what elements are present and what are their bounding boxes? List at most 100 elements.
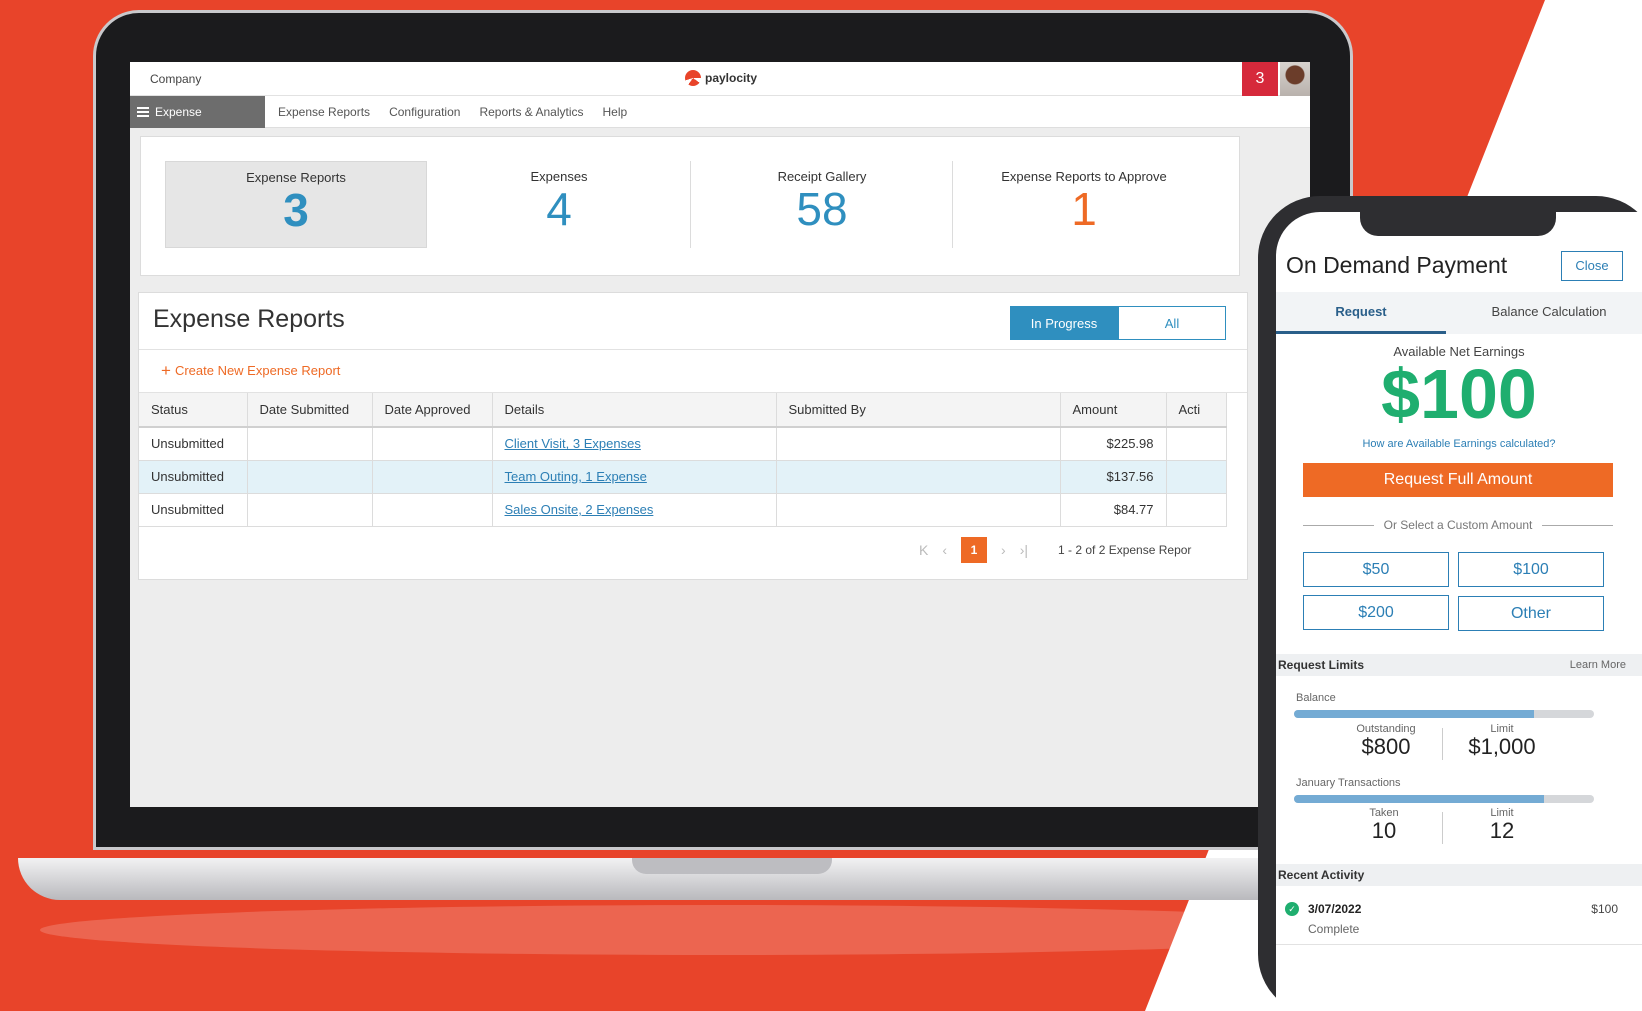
transactions-progress-bar [1294, 795, 1594, 803]
report-link[interactable]: Sales Onsite, 2 Expenses [505, 502, 654, 517]
top-bar: Company paylocity 3 [130, 62, 1310, 96]
cell-amount: $137.56 [1060, 460, 1167, 494]
how-calculated-link[interactable]: How are Available Earnings calculated? [1276, 438, 1642, 450]
tab-balance-calculation[interactable]: Balance Calculation [1456, 292, 1642, 334]
filter-all[interactable]: All [1118, 306, 1226, 340]
cell-date-submitted [247, 493, 373, 527]
column-header-submitted-by[interactable]: Submitted By [776, 393, 1061, 428]
cell-actions [1166, 427, 1227, 461]
amount-button-200[interactable]: $200 [1303, 595, 1449, 630]
first-page-icon[interactable]: K [919, 542, 928, 558]
expense-reports-panel: Expense Reports In Progress All + Create… [138, 292, 1248, 580]
phone-notch [1360, 210, 1556, 236]
column-header-date-approved[interactable]: Date Approved [372, 393, 493, 428]
nav-item-help[interactable]: Help [603, 105, 628, 119]
card-label: Receipt Gallery [777, 169, 867, 184]
check-circle-icon: ✓ [1285, 902, 1299, 916]
table-header-row: Status Date Submitted Date Approved Deta… [139, 393, 1227, 428]
nav-item-configuration[interactable]: Configuration [389, 105, 460, 119]
summary-card-reports-to-approve[interactable]: Expense Reports to Approve 1 [953, 161, 1215, 248]
report-link[interactable]: Team Outing, 1 Expense [505, 469, 647, 484]
panel-title: Expense Reports [153, 305, 345, 333]
avatar[interactable] [1280, 62, 1310, 96]
divider-line [1542, 524, 1614, 526]
column-header-amount[interactable]: Amount [1060, 393, 1167, 428]
column-header-status[interactable]: Status [139, 393, 248, 428]
request-limits-header: Request Limits Learn More [1276, 654, 1642, 676]
status-filter: In Progress All [1010, 306, 1226, 340]
column-header-details[interactable]: Details [492, 393, 777, 428]
cell-details: Client Visit, 3 Expenses [492, 427, 777, 461]
balance-progress-bar [1294, 710, 1594, 718]
prev-page-icon[interactable]: ‹ [942, 542, 947, 558]
laptop-reflection [40, 905, 1400, 955]
cell-date-submitted [247, 460, 373, 494]
close-button[interactable]: Close [1561, 251, 1623, 281]
card-value: 58 [796, 183, 848, 235]
table-row[interactable]: Unsubmitted Client Visit, 3 Expenses $22… [139, 427, 1227, 461]
taken-stat: Taken 10 [1324, 807, 1444, 843]
balance-limit-stat: Limit $1,000 [1442, 723, 1562, 759]
available-amount: $100 [1381, 355, 1537, 433]
create-report-label: Create New Expense Report [174, 363, 341, 378]
column-header-actions[interactable]: Acti [1166, 393, 1227, 428]
cell-date-approved [372, 427, 493, 461]
amount-button-50[interactable]: $50 [1303, 552, 1449, 587]
balance-label: Balance [1296, 692, 1336, 704]
summary-card-receipt-gallery[interactable]: Receipt Gallery 58 [691, 161, 953, 248]
stat-value: $800 [1361, 734, 1411, 759]
mobile-app-screen: On Demand Payment Close Request Balance … [1276, 212, 1642, 1011]
column-header-date-submitted[interactable]: Date Submitted [247, 393, 373, 428]
desktop-app-screen: Company paylocity 3 Expense Expense Repo… [130, 62, 1310, 807]
custom-amount-divider: Or Select a Custom Amount [1303, 518, 1614, 532]
activity-status: Complete [1308, 922, 1360, 936]
brand-logo: paylocity [685, 70, 757, 86]
section-title: Request Limits [1278, 658, 1365, 672]
activity-amount: $100 [1591, 902, 1618, 916]
tab-bar: Request Balance Calculation [1276, 292, 1642, 334]
amount-button-100[interactable]: $100 [1458, 552, 1604, 587]
summary-card-expenses[interactable]: Expenses 4 [428, 161, 690, 248]
nav-item-reports-analytics[interactable]: Reports & Analytics [479, 105, 583, 119]
cell-status: Unsubmitted [139, 427, 248, 461]
learn-more-link[interactable]: Learn More [1570, 654, 1626, 676]
report-link[interactable]: Client Visit, 3 Expenses [505, 436, 641, 451]
tab-request[interactable]: Request [1276, 292, 1446, 334]
card-label: Expenses [530, 169, 588, 184]
last-page-icon[interactable]: ›| [1020, 542, 1028, 558]
cell-details: Sales Onsite, 2 Expenses [492, 493, 777, 527]
card-value: 4 [546, 183, 572, 235]
summary-card-expense-reports[interactable]: Expense Reports 3 [165, 161, 427, 248]
cell-date-approved [372, 493, 493, 527]
laptop-hinge-notch [632, 858, 832, 874]
module-menu-button[interactable]: Expense [130, 96, 265, 128]
card-label: Expense Reports to Approve [1001, 169, 1167, 184]
stat-value: $1,000 [1468, 734, 1536, 759]
cell-actions [1166, 460, 1227, 494]
create-report-button[interactable]: + Create New Expense Report [161, 360, 341, 380]
cell-amount: $84.77 [1060, 493, 1167, 527]
screen-title: On Demand Payment [1286, 252, 1508, 278]
brand-name: paylocity [705, 71, 758, 85]
cell-status: Unsubmitted [139, 493, 248, 527]
cell-submitted-by [776, 460, 1061, 494]
amount-button-other[interactable]: Other [1458, 596, 1604, 631]
current-page-button[interactable]: 1 [961, 537, 988, 563]
plus-icon: + [161, 360, 171, 380]
request-full-amount-button[interactable]: Request Full Amount [1303, 463, 1613, 497]
next-page-icon[interactable]: › [1001, 542, 1006, 558]
table-row[interactable]: Unsubmitted Team Outing, 1 Expense $137.… [139, 460, 1227, 494]
stat-value: 12 [1489, 818, 1515, 843]
balance-progress-fill [1294, 710, 1534, 718]
nav-item-expense-reports[interactable]: Expense Reports [278, 105, 370, 119]
pager-info: 1 - 2 of 2 Expense Repor [1058, 543, 1192, 557]
table-row[interactable]: Unsubmitted Sales Onsite, 2 Expenses $84… [139, 493, 1227, 527]
divider [1276, 944, 1642, 945]
cell-submitted-by [776, 493, 1061, 527]
company-label[interactable]: Company [150, 72, 201, 86]
pagination: K ‹ 1 › ›| 1 - 2 of 2 Expense Repor [919, 537, 1191, 563]
notification-badge[interactable]: 3 [1242, 62, 1278, 96]
activity-date: 3/07/2022 [1308, 902, 1362, 916]
filter-in-progress[interactable]: In Progress [1010, 306, 1118, 340]
cell-status: Unsubmitted [139, 460, 248, 494]
